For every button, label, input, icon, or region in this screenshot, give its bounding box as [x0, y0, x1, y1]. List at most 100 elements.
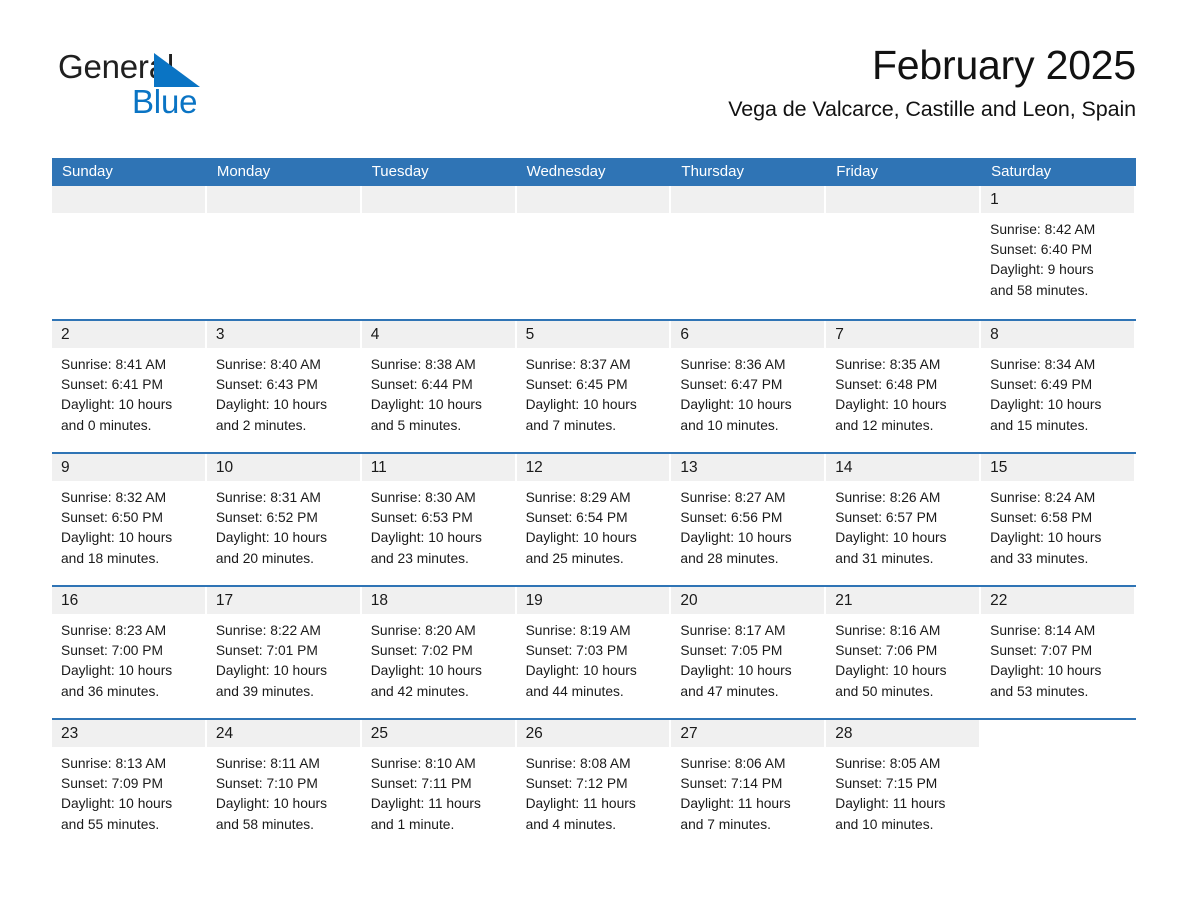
day-details: Sunrise: 8:34 AM Sunset: 6:49 PM Daylight:… — [981, 348, 1136, 436]
daylight-text: Daylight: 11 hours — [835, 796, 946, 812]
day-cell[interactable]: 6 Sunrise: 8:36 AM Sunset: 6:47 PM Daylight… — [671, 321, 827, 452]
daylight-text: and 5 minutes. — [370, 417, 462, 433]
day-cell[interactable]: 7 Sunrise: 8:35 AM Sunset: 6:48 PM Daylight… — [826, 321, 982, 452]
day-cell[interactable]: 23 Sunrise: 8:13 AM Sunset: 7:09 PM Dayligh… — [52, 720, 207, 851]
weekday-header-saturday: Saturday — [991, 163, 1052, 180]
sunrise-text: Sunrise: 8:32 AM — [61, 490, 167, 505]
day-cell[interactable]: 17 Sunrise: 8:22 AM Sunset: 7:01 PM Dayligh… — [206, 587, 362, 718]
calendar-body: 1 Sunrise: 8:42 AM Sunset: 6:40 PM Daylight… — [52, 186, 1136, 851]
sunrise-text: Sunrise: 8:34 AM — [990, 357, 1096, 372]
daylight-text: Daylight: 10 hours — [215, 397, 328, 413]
sunrise-text: Sunrise: 8:08 AM — [525, 756, 631, 771]
day-number-band: 24 — [206, 720, 360, 747]
daylight-text: Daylight: 10 hours — [680, 663, 792, 679]
day-cell[interactable]: 24 Sunrise: 8:11 AM Sunset: 7:10 PM Dayligh… — [206, 720, 362, 851]
day-cell[interactable]: 15 Sunrise: 8:24 AM Sunset: 6:58 PM Dayligh… — [981, 454, 1136, 585]
sunset-text: Sunset: 6:41 PM — [61, 377, 164, 393]
weekday-header-thursday: Thursday — [681, 163, 744, 180]
day-cell-empty — [826, 186, 982, 319]
daylight-text: Daylight: 10 hours — [61, 663, 173, 679]
day-number-band: 2 — [52, 321, 205, 348]
day-cell[interactable]: 4 Sunrise: 8:38 AM Sunset: 6:44 PM Daylight… — [361, 321, 517, 452]
day-cell[interactable]: 21 Sunrise: 8:16 AM Sunset: 7:06 PM Dayligh… — [826, 587, 982, 718]
daylight-text: and 10 minutes. — [835, 816, 934, 832]
page-title: February 2025 — [871, 42, 1136, 88]
day-details: Sunrise: 8:13 AM Sunset: 7:09 PM Daylight:… — [52, 747, 207, 835]
day-number-band: 7 — [826, 321, 980, 348]
day-number-band: 17 — [206, 587, 360, 614]
weekday-header-monday: Monday — [216, 163, 271, 180]
daylight-text: Daylight: 9 hours — [990, 262, 1094, 278]
day-cell[interactable]: 5 Sunrise: 8:37 AM Sunset: 6:45 PM Daylight… — [516, 321, 672, 452]
day-cell[interactable]: 3 Sunrise: 8:40 AM Sunset: 6:43 PM Daylight… — [206, 321, 362, 452]
daylight-text: Daylight: 10 hours — [525, 530, 637, 546]
day-cell[interactable]: 19 Sunrise: 8:19 AM Sunset: 7:03 PM Dayligh… — [516, 587, 672, 718]
day-number: 25 — [370, 725, 388, 742]
day-cell-empty — [206, 186, 362, 319]
day-number-band — [671, 186, 825, 213]
day-cell[interactable]: 27 Sunrise: 8:06 AM Sunset: 7:14 PM Dayligh… — [671, 720, 827, 851]
day-cell[interactable]: 28 Sunrise: 8:05 AM Sunset: 7:15 PM Dayligh… — [826, 720, 982, 851]
sunrise-text: Sunrise: 8:37 AM — [525, 357, 631, 372]
day-cell[interactable]: 14 Sunrise: 8:26 AM Sunset: 6:57 PM Dayligh… — [826, 454, 982, 585]
calendar-page: General Blue February 2025 Vega de Valca… — [0, 0, 1188, 918]
day-number-band: 27 — [671, 720, 825, 747]
day-cell[interactable]: 10 Sunrise: 8:31 AM Sunset: 6:52 PM Dayligh… — [206, 454, 362, 585]
daylight-text: and 53 minutes. — [990, 683, 1089, 699]
day-number: 9 — [61, 459, 70, 476]
day-number-band — [52, 186, 205, 213]
day-cell[interactable]: 25 Sunrise: 8:10 AM Sunset: 7:11 PM Dayligh… — [361, 720, 517, 851]
daylight-text: and 50 minutes. — [835, 683, 934, 699]
day-details — [517, 213, 672, 220]
day-cell[interactable]: 20 Sunrise: 8:17 AM Sunset: 7:05 PM Dayligh… — [671, 587, 827, 718]
sunset-text: Sunset: 7:03 PM — [525, 643, 628, 659]
daylight-text: Daylight: 10 hours — [370, 663, 482, 679]
day-number: 6 — [680, 326, 690, 343]
day-cell[interactable]: 2 Sunrise: 8:41 AM Sunset: 6:41 PM Daylight… — [52, 321, 207, 452]
day-details: Sunrise: 8:08 AM Sunset: 7:12 PM Daylight:… — [517, 747, 672, 835]
sunrise-text: Sunrise: 8:23 AM — [61, 623, 167, 638]
day-number: 15 — [990, 459, 1008, 476]
day-cell[interactable]: 11 Sunrise: 8:30 AM Sunset: 6:53 PM Dayligh… — [361, 454, 517, 585]
day-number-band — [206, 186, 360, 213]
day-number-band: 1 — [981, 186, 1134, 213]
day-number-band: 9 — [52, 454, 205, 481]
day-number-band: 5 — [516, 321, 670, 348]
sunset-text: Sunset: 6:44 PM — [370, 377, 473, 393]
day-number: 21 — [835, 592, 853, 609]
day-details: Sunrise: 8:20 AM Sunset: 7:02 PM Daylight:… — [362, 614, 517, 702]
sunset-text: Sunset: 6:40 PM — [990, 242, 1093, 258]
daylight-text: and 33 minutes. — [990, 550, 1089, 566]
day-cell[interactable]: 13 Sunrise: 8:27 AM Sunset: 6:56 PM Dayligh… — [671, 454, 827, 585]
day-number: 13 — [680, 459, 698, 476]
sunrise-text: Sunrise: 8:17 AM — [680, 623, 786, 638]
day-cell[interactable]: 18 Sunrise: 8:20 AM Sunset: 7:02 PM Dayligh… — [361, 587, 517, 718]
day-number-band: 22 — [981, 587, 1134, 614]
day-cell[interactable]: 16 Sunrise: 8:23 AM Sunset: 7:00 PM Dayligh… — [52, 587, 207, 718]
weekday-header-wednesday: Wednesday — [526, 163, 606, 180]
day-number-band: 4 — [361, 321, 515, 348]
day-cell[interactable]: 26 Sunrise: 8:08 AM Sunset: 7:12 PM Dayligh… — [516, 720, 672, 851]
day-cell[interactable]: 9 Sunrise: 8:32 AM Sunset: 6:50 PM Daylight… — [52, 454, 207, 585]
sunrise-text: Sunrise: 8:27 AM — [680, 490, 786, 505]
day-cell[interactable]: 12 Sunrise: 8:29 AM Sunset: 6:54 PM Dayligh… — [516, 454, 672, 585]
daylight-text: and 28 minutes. — [680, 550, 779, 566]
daylight-text: Daylight: 10 hours — [680, 530, 792, 546]
day-cell[interactable]: 8 Sunrise: 8:34 AM Sunset: 6:49 PM Daylight… — [981, 321, 1136, 452]
day-number: 27 — [680, 725, 698, 742]
sunrise-text: Sunrise: 8:10 AM — [370, 756, 476, 771]
day-details — [826, 213, 981, 220]
general-blue-logo[interactable]: General Blue — [58, 50, 248, 126]
day-details: Sunrise: 8:38 AM Sunset: 6:44 PM Daylight:… — [362, 348, 517, 436]
day-number-band: 10 — [206, 454, 360, 481]
day-cell[interactable]: 22 Sunrise: 8:14 AM Sunset: 7:07 PM Dayligh… — [981, 587, 1136, 718]
day-details: Sunrise: 8:14 AM Sunset: 7:07 PM Daylight:… — [981, 614, 1136, 702]
day-cell[interactable]: 1 Sunrise: 8:42 AM Sunset: 6:40 PM Daylight… — [981, 186, 1136, 319]
day-number-band — [826, 186, 980, 213]
day-details: Sunrise: 8:41 AM Sunset: 6:41 PM Daylight:… — [52, 348, 207, 436]
sunset-text: Sunset: 6:48 PM — [835, 377, 938, 393]
day-number-band: 20 — [671, 587, 825, 614]
daylight-text: and 25 minutes. — [525, 550, 624, 566]
day-details: Sunrise: 8:42 AM Sunset: 6:40 PM Daylight:… — [981, 213, 1136, 301]
day-number-band — [981, 720, 1134, 747]
